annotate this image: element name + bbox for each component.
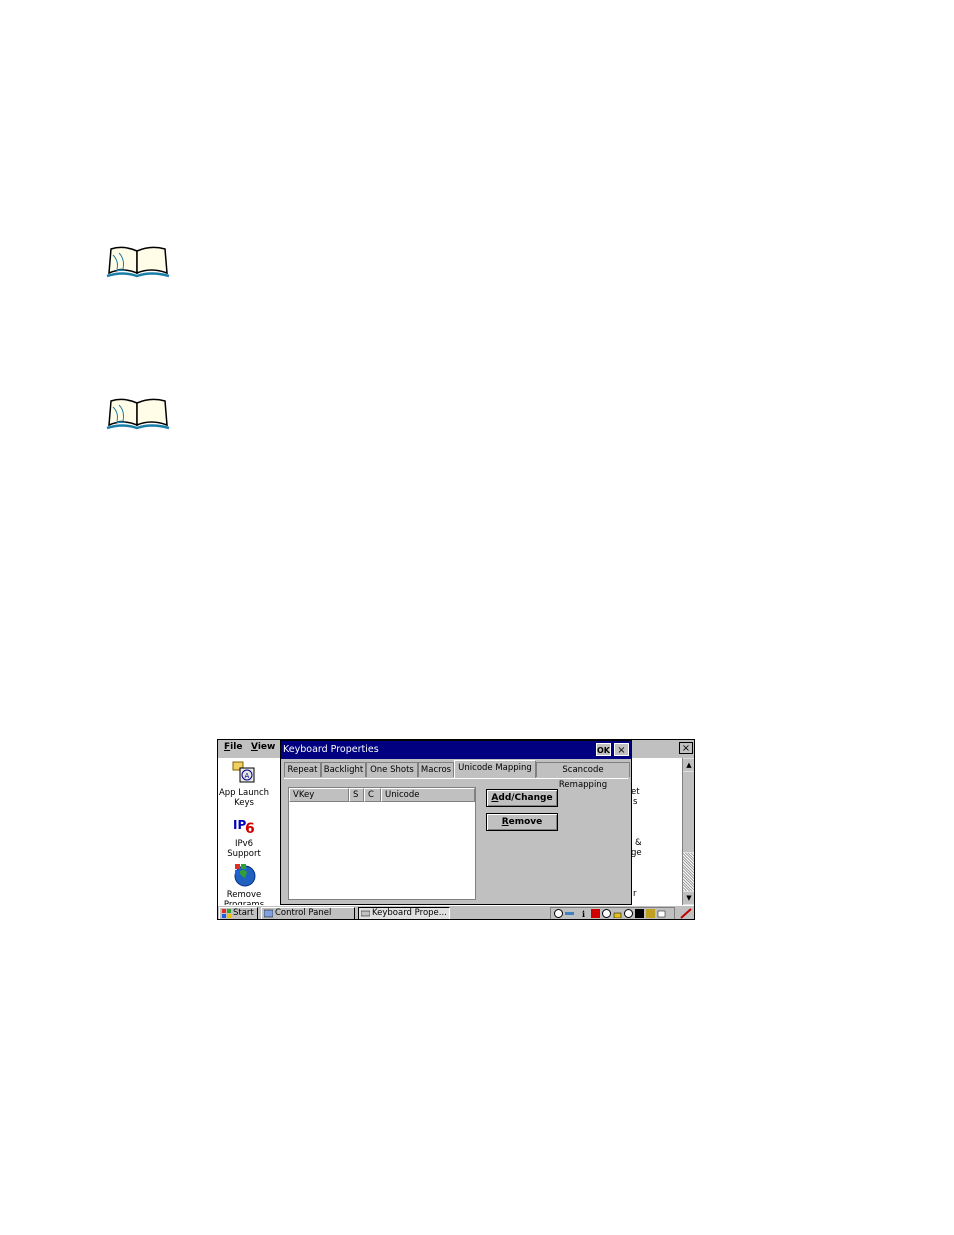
menu-file[interactable]: File [224, 742, 242, 752]
svg-text:i: i [582, 909, 585, 918]
menu-view[interactable]: View [251, 742, 275, 752]
taskbar: Start Control Panel Keyboard Prope... i [218, 905, 694, 919]
keyboard-icon [360, 909, 371, 918]
lock-icon[interactable] [613, 909, 622, 919]
hidden-label-fragment: r [633, 889, 637, 899]
remove-programs-item[interactable]: Remove Programs [218, 862, 272, 910]
start-label: Start [233, 908, 254, 918]
scroll-down-arrow-icon[interactable]: ▼ [683, 892, 694, 904]
unicode-mapping-list[interactable]: VKey S C Unicode [288, 787, 476, 900]
network-status-icon[interactable] [602, 909, 611, 918]
hidden-label-fragment: et [631, 787, 640, 797]
info-icon[interactable]: i [579, 909, 588, 919]
control-panel-close-button[interactable]: × [679, 742, 693, 754]
control-panel-label: Control Panel [275, 908, 332, 918]
note-book-icon [105, 397, 171, 431]
control-panel-scrollbar[interactable]: ▲ ▼ [682, 758, 694, 905]
taskbar-keyboard-properties[interactable]: Keyboard Prope... [358, 907, 450, 919]
note-book-icon [105, 245, 171, 279]
battery-icon[interactable] [657, 909, 666, 918]
app-launch-keys-icon: A [231, 760, 257, 786]
connection-icon[interactable] [565, 909, 574, 918]
stylus-icon[interactable] [680, 908, 692, 919]
device-screenshot: File View × A App Launch Keys IP 6 IPv6 … [217, 739, 695, 920]
scroll-up-arrow-icon[interactable]: ▲ [683, 759, 694, 771]
taskbar-control-panel[interactable]: Control Panel [261, 907, 355, 919]
keyboard-properties-label: Keyboard Prope... [372, 908, 447, 918]
remove-button[interactable]: Remove [486, 813, 558, 831]
column-header-s[interactable]: S [349, 788, 364, 802]
app-launch-keys-item[interactable]: A App Launch Keys [218, 760, 272, 808]
tab-unicode-mapping[interactable]: Unicode Mapping [454, 760, 536, 778]
system-tray: i [550, 907, 675, 919]
start-button[interactable]: Start [219, 907, 258, 919]
control-panel-icon [263, 909, 274, 918]
tab-repeat[interactable]: Repeat [284, 762, 321, 777]
column-header-unicode[interactable]: Unicode [381, 788, 475, 802]
hidden-label-fragment: & [635, 838, 642, 848]
network-icon[interactable] [554, 909, 563, 918]
app-launch-keys-label: App Launch [218, 788, 270, 798]
ipv6-icon: IP 6 [231, 811, 257, 837]
hidden-label-fragment: ge [631, 848, 642, 858]
column-header-c[interactable]: C [364, 788, 381, 802]
tab-one-shots[interactable]: One Shots [366, 762, 418, 777]
tab-backlight[interactable]: Backlight [321, 762, 366, 777]
ipv6-label: IPv6 [234, 839, 254, 849]
remove-programs-icon [231, 862, 257, 888]
ok-button[interactable]: OK [596, 743, 611, 756]
radio-icon[interactable] [624, 909, 633, 918]
ipv6-label-2: Support [227, 849, 261, 859]
camera-icon[interactable] [635, 909, 644, 918]
dialog-titlebar: Keyboard Properties OK × [281, 741, 631, 759]
alert-icon[interactable] [591, 909, 600, 918]
shift-key-icon[interactable] [646, 909, 655, 918]
column-header-vkey[interactable]: VKey [289, 788, 349, 802]
add-change-button[interactable]: Add/Change [486, 789, 558, 807]
dialog-close-button[interactable]: × [614, 743, 629, 756]
scrollbar-thumb[interactable] [683, 772, 694, 852]
remove-programs-label: Remove [226, 890, 262, 900]
svg-text:A: A [245, 772, 250, 780]
hidden-label-fragment: s [633, 797, 638, 807]
scrollbar-track[interactable] [683, 853, 694, 891]
keyboard-properties-dialog: Keyboard Properties OK × Repeat Backligh… [280, 740, 632, 905]
tab-macros[interactable]: Macros [418, 762, 454, 777]
windows-flag-icon [222, 909, 231, 918]
app-launch-keys-label-2: Keys [234, 798, 254, 808]
tab-scancode-remapping[interactable]: Scancode Remapping [536, 762, 630, 790]
dialog-title: Keyboard Properties [283, 744, 379, 755]
unicode-mapping-panel: VKey S C Unicode Add/Change Remove [284, 778, 628, 903]
ipv6-support-item[interactable]: IP 6 IPv6 Support [218, 811, 272, 859]
svg-text:6: 6 [245, 821, 255, 837]
